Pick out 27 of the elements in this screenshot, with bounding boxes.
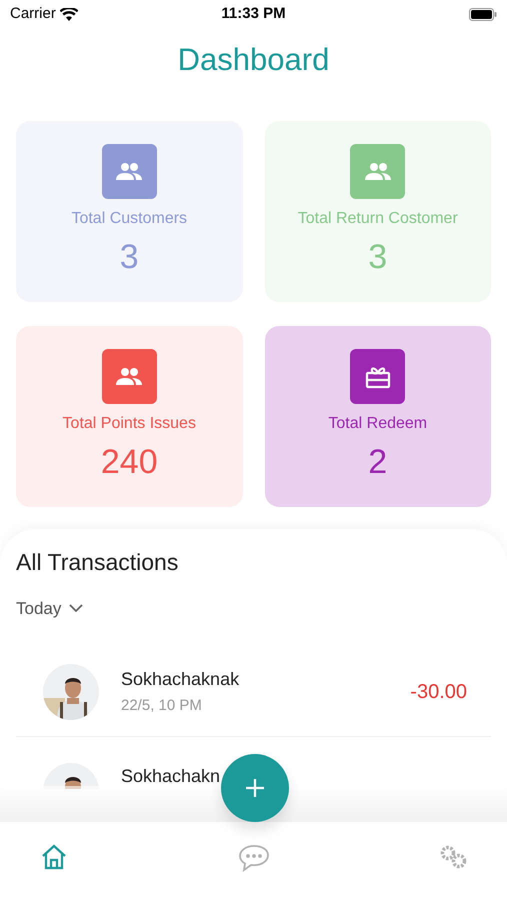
people-icon (364, 162, 392, 182)
stat-label: Total Redeem (328, 414, 428, 434)
clock: 11:33 PM (221, 4, 286, 24)
gift-icon (364, 364, 391, 388)
battery-icon (469, 8, 497, 20)
chat-icon (238, 844, 270, 872)
customer-name: Sokhachaknak (121, 668, 240, 691)
transaction-amount: -30.00 (410, 680, 467, 704)
page-title: Dashboard (178, 40, 330, 79)
section-title: All Transactions (16, 548, 180, 577)
carrier-label: Carrier (10, 4, 56, 24)
stat-value: 2 (368, 442, 388, 482)
chevron-down-icon (69, 604, 84, 613)
home-icon (41, 844, 67, 870)
wifi-icon (60, 8, 78, 20)
stat-value: 3 (368, 237, 388, 277)
date-filter-dropdown[interactable]: Today (16, 596, 84, 621)
stat-label: Total Return Costomer (298, 209, 458, 229)
plus-icon (245, 778, 265, 798)
transaction-time: 22/5, 10 PM (121, 696, 203, 716)
customer-name: Sokhachakn (121, 765, 220, 788)
stat-value: 240 (100, 442, 158, 482)
people-icon (115, 366, 144, 386)
stat-label: Total Customers (71, 209, 188, 229)
stat-value: 3 (120, 237, 139, 277)
people-icon (115, 162, 144, 182)
stat-label: Total Points Issues (62, 414, 196, 434)
